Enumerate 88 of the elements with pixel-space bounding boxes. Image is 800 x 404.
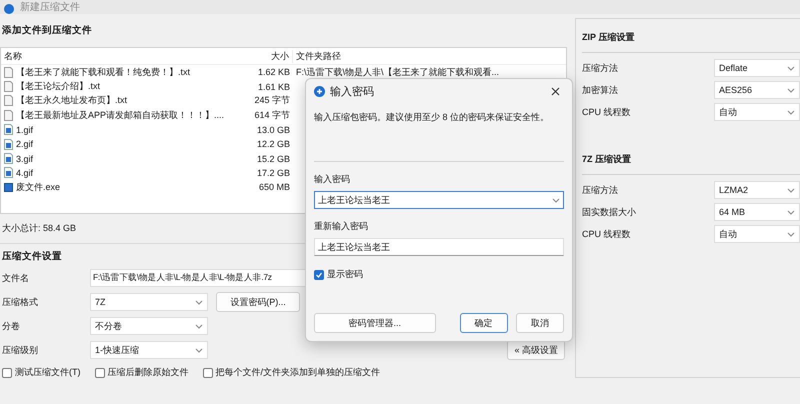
option-label: 把每个文件/文件夹添加到单独的压缩文件 bbox=[216, 366, 380, 379]
setting-dropdown[interactable]: 自动 bbox=[714, 225, 800, 243]
field-label: 压缩方法 bbox=[582, 184, 619, 196]
option-label: 测试压缩文件(T) bbox=[15, 366, 80, 379]
chevron-down-icon bbox=[787, 232, 795, 236]
dialog-button[interactable]: 取消 bbox=[516, 313, 564, 333]
setting-dropdown[interactable]: Deflate bbox=[714, 59, 800, 77]
field-label: 压缩格式 bbox=[2, 296, 39, 308]
setting-dropdown[interactable]: LZMA2 bbox=[714, 181, 800, 199]
file-path: F:\迅雷下载\物是人非\【老王来了就能下载和观看... bbox=[295, 66, 500, 79]
field-label: 压缩方法 bbox=[582, 62, 619, 74]
file-name: 【老王来了就能下载和观看！纯免费！】.txt bbox=[16, 66, 190, 79]
setting-dropdown[interactable]: 64 MB bbox=[714, 203, 800, 221]
document-icon bbox=[4, 81, 13, 92]
chevron-down-icon bbox=[787, 66, 795, 70]
file-name: 【老王最新地址及APP请发邮箱自动获取！！！】.... bbox=[16, 108, 224, 122]
field-label: 输入密码 bbox=[314, 173, 351, 186]
file-size: 245 字节 bbox=[253, 94, 291, 108]
password-confirm-field[interactable]: 上老王论坛当老王 bbox=[314, 238, 564, 256]
advanced-settings-button[interactable]: « 高级设置 bbox=[507, 340, 565, 360]
file-size: 12.2 GB bbox=[256, 139, 291, 150]
section-title: 添加文件到压缩文件 bbox=[1, 24, 93, 38]
image-file-icon bbox=[4, 124, 13, 136]
checkmark-icon bbox=[315, 270, 323, 278]
checkbox-label: 显示密码 bbox=[327, 268, 363, 281]
checkbox[interactable] bbox=[2, 368, 12, 378]
field-label: 分卷 bbox=[2, 320, 21, 332]
image-file-icon bbox=[4, 138, 13, 150]
field-label: 固实数据大小 bbox=[582, 206, 637, 218]
close-icon bbox=[551, 86, 560, 96]
level-dropdown[interactable]: 1-快速压缩 bbox=[90, 341, 208, 359]
checkbox[interactable] bbox=[202, 368, 212, 378]
format-dropdown[interactable]: 7Z bbox=[90, 293, 208, 311]
file-size: 614 字节 bbox=[253, 108, 291, 122]
file-name: 4.gif bbox=[16, 168, 34, 178]
window-title: 新建压缩文件 bbox=[20, 2, 80, 14]
field-label: 文件名 bbox=[2, 272, 30, 284]
password-combobox[interactable]: 上老王论坛当老王 bbox=[314, 191, 564, 209]
dialog-button[interactable]: 密码管理器... bbox=[314, 313, 436, 333]
field-label: 压缩级别 bbox=[2, 344, 39, 356]
dialog-title: 输入密码 bbox=[330, 84, 374, 98]
password-button[interactable]: 设置密码(P)... bbox=[216, 292, 300, 312]
chevron-down-icon bbox=[787, 110, 795, 114]
file-size: 13.0 GB bbox=[256, 124, 291, 135]
file-name: 废文件.exe bbox=[16, 180, 60, 194]
section-title: 压缩文件设置 bbox=[0, 250, 63, 264]
field-label: CPU 线程数 bbox=[582, 106, 632, 118]
file-size: 17.2 GB bbox=[256, 168, 291, 178]
chevron-down-icon bbox=[195, 300, 203, 304]
chevron-down-icon bbox=[552, 198, 560, 202]
chevron-down-icon bbox=[195, 348, 203, 352]
document-icon bbox=[4, 110, 13, 121]
chevron-down-icon bbox=[787, 88, 795, 92]
image-file-icon bbox=[4, 167, 13, 178]
setting-dropdown[interactable]: 自动 bbox=[714, 103, 800, 121]
application-icon bbox=[4, 182, 13, 193]
file-name: 2.gif bbox=[16, 139, 34, 150]
file-name: 【老王永久地址发布页】.txt bbox=[16, 94, 128, 108]
chevron-down-icon bbox=[787, 210, 795, 214]
file-name: 3.gif bbox=[16, 154, 34, 164]
field-label: CPU 线程数 bbox=[582, 228, 632, 240]
column-header[interactable]: 文件夹路径 bbox=[293, 50, 566, 62]
chevron-down-icon bbox=[787, 188, 795, 192]
dialog-button[interactable]: 确定 bbox=[460, 313, 508, 333]
file-size: 650 MB bbox=[258, 182, 291, 192]
checkbox[interactable] bbox=[94, 368, 104, 378]
document-icon bbox=[4, 95, 13, 106]
field-label: 加密算法 bbox=[582, 84, 619, 96]
column-header[interactable]: 名称 bbox=[1, 50, 233, 62]
document-icon bbox=[4, 66, 13, 78]
dialog-description: 输入压缩包密码。建议使用至少 8 位的密码来保证安全性。 bbox=[314, 103, 564, 162]
file-name: 1.gif bbox=[16, 124, 34, 135]
setting-dropdown[interactable]: AES256 bbox=[714, 81, 800, 99]
app-icon bbox=[4, 4, 14, 14]
checkbox[interactable] bbox=[314, 270, 324, 280]
split-dropdown[interactable]: 不分卷 bbox=[90, 317, 208, 335]
option-label: 压缩后删除原始文件 bbox=[108, 366, 188, 379]
file-size: 1.62 KB bbox=[256, 67, 291, 78]
group-title: ZIP 压缩设置 bbox=[582, 27, 800, 53]
file-name: 【老王论坛介绍】.txt bbox=[16, 80, 100, 94]
total-size: 大小总计: 58.4 GB bbox=[2, 223, 76, 233]
field-label: 重新输入密码 bbox=[314, 220, 369, 233]
file-size: 1.61 KB bbox=[256, 82, 291, 92]
file-size: 15.2 GB bbox=[256, 154, 291, 164]
group-title: 7Z 压缩设置 bbox=[582, 149, 800, 175]
column-header[interactable]: 大小 bbox=[233, 50, 293, 62]
chevron-down-icon bbox=[195, 324, 203, 328]
image-file-icon bbox=[4, 153, 13, 164]
